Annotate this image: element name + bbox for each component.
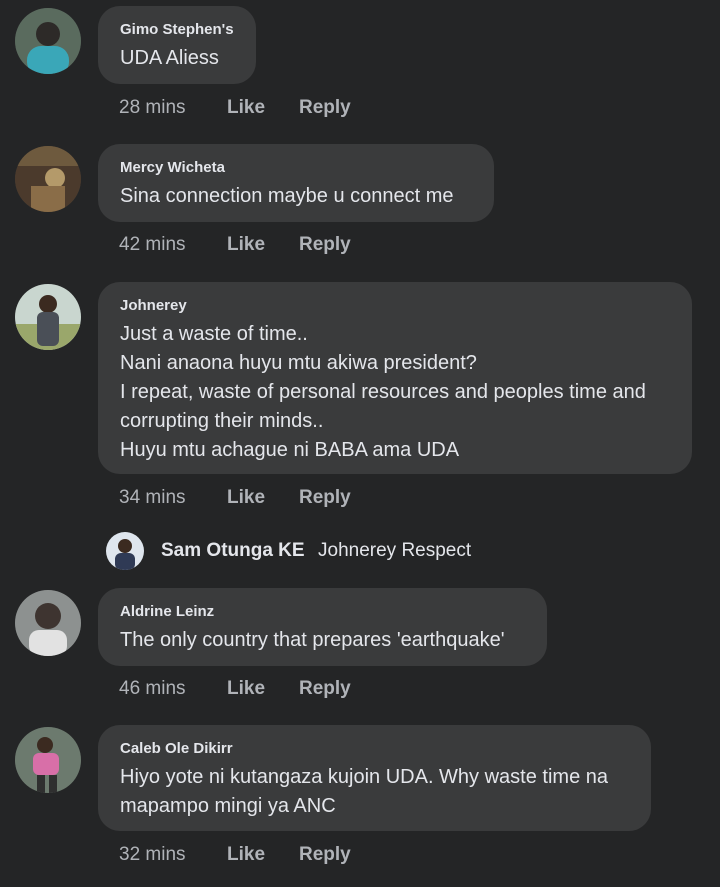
comment-text-line: mapampo mingi ya ANC (120, 795, 336, 817)
comment-bubble: Gimo Stephen's UDA Aliess (98, 6, 256, 84)
comment-bubble: Caleb Ole Dikirr Hiyo yote ni kutangaza … (98, 725, 651, 831)
like-button[interactable]: Like (227, 487, 265, 509)
reply-author[interactable]: Sam Otunga KE (161, 540, 305, 562)
comment-text-line: Nani anaona huyu mtu akiwa president? (120, 352, 477, 374)
avatar[interactable] (15, 146, 81, 212)
comment-author[interactable]: Mercy Wicheta (120, 158, 472, 178)
comment-text-line: UDA Aliess (120, 47, 219, 69)
comment-text-line: I repeat, waste of personal resources an… (120, 381, 646, 403)
comment-time[interactable]: 46 mins (119, 678, 186, 700)
avatar[interactable] (15, 8, 81, 74)
comment-text-line: Hiyo yote ni kutangaza kujoin UDA. Why w… (120, 766, 608, 788)
comment-time[interactable]: 28 mins (119, 97, 186, 119)
comment-time[interactable]: 34 mins (119, 487, 186, 509)
like-button[interactable]: Like (227, 844, 265, 866)
comment-author[interactable]: Aldrine Leinz (120, 602, 525, 622)
comment-author[interactable]: Gimo Stephen's (120, 20, 234, 40)
comment-text-line: Just a waste of time.. (120, 323, 308, 345)
reply-button[interactable]: Reply (299, 97, 351, 119)
reply-button[interactable]: Reply (299, 487, 351, 509)
comment-time[interactable]: 32 mins (119, 844, 186, 866)
comment-text-line: Sina connection maybe u connect me (120, 185, 454, 207)
comment-author[interactable]: Johnerey (120, 296, 670, 316)
like-button[interactable]: Like (227, 97, 265, 119)
comment-bubble: Mercy Wicheta Sina connection maybe u co… (98, 144, 494, 222)
comment-bubble: Johnerey Just a waste of time.. Nani ana… (98, 282, 692, 474)
like-button[interactable]: Like (227, 234, 265, 256)
reply-button[interactable]: Reply (299, 844, 351, 866)
avatar[interactable] (15, 727, 81, 793)
comment-bubble: Aldrine Leinz The only country that prep… (98, 588, 547, 666)
comment-time[interactable]: 42 mins (119, 234, 186, 256)
reply-button[interactable]: Reply (299, 234, 351, 256)
like-button[interactable]: Like (227, 678, 265, 700)
avatar[interactable] (15, 284, 81, 350)
comment-author[interactable]: Caleb Ole Dikirr (120, 739, 629, 759)
comment-text-line: Huyu mtu achague ni BABA ama UDA (120, 439, 460, 461)
comment-text-line: The only country that prepares 'earthqua… (120, 629, 505, 651)
avatar[interactable] (106, 532, 144, 570)
reply-button[interactable]: Reply (299, 678, 351, 700)
avatar[interactable] (15, 590, 81, 656)
reply-text: Johnerey Respect (318, 540, 472, 561)
comment-text-line: corrupting their minds.. (120, 410, 324, 432)
